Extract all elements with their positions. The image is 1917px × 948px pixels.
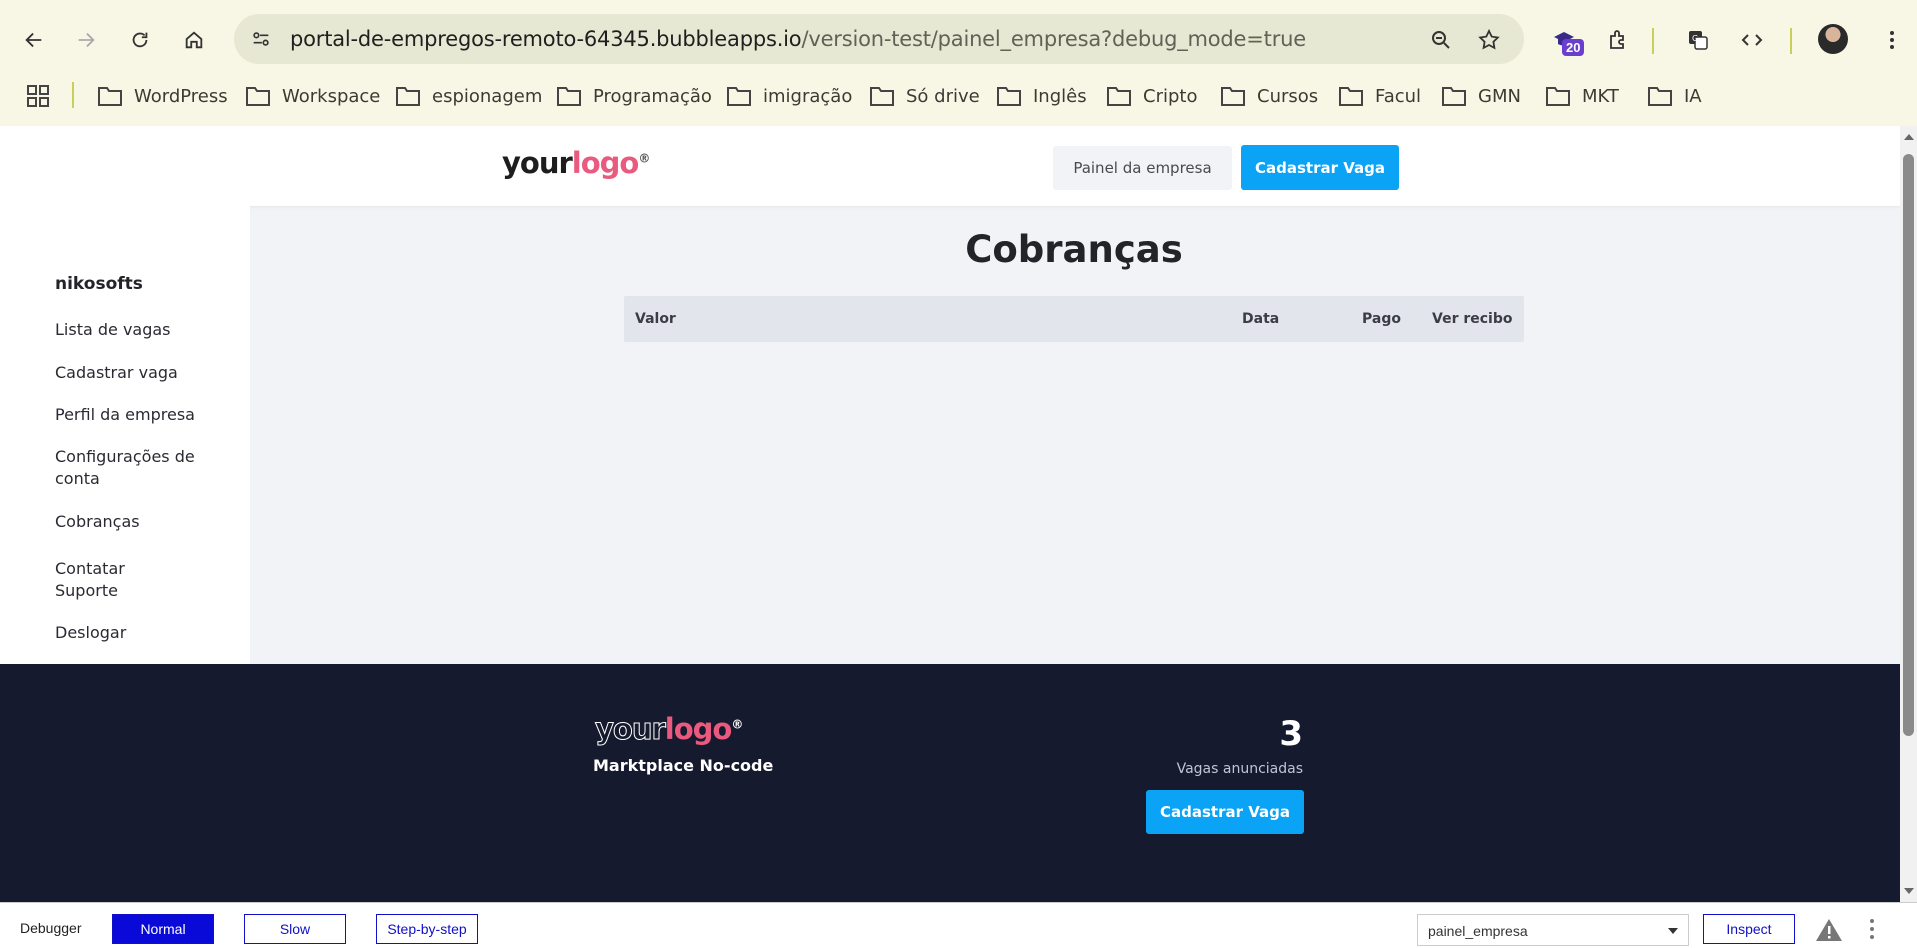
footer-register-job-button[interactable]: Cadastrar Vaga — [1146, 790, 1304, 834]
sidebar-item-contact-support[interactable]: Contatar Suporte — [55, 558, 135, 602]
site-header: yourlogo® Painel da empresa Cadastrar Va… — [0, 126, 1900, 206]
site-settings-icon[interactable] — [246, 24, 276, 54]
folder-icon — [997, 87, 1021, 106]
column-header-date: Data — [1242, 311, 1280, 327]
page-title: Cobranças — [965, 228, 1183, 271]
column-header-value: Valor — [635, 311, 676, 327]
extension-badge: 20 — [1562, 39, 1585, 56]
scroll-down-arrow-icon[interactable] — [1904, 888, 1914, 894]
warning-icon[interactable] — [1815, 917, 1843, 943]
svg-text:G: G — [1692, 34, 1698, 43]
code-icon[interactable] — [1734, 22, 1770, 58]
register-job-button[interactable]: Cadastrar Vaga — [1241, 145, 1399, 190]
bookmark-item[interactable]: Workspace — [246, 82, 380, 110]
debugger-bar: Debugger Normal Slow Step-by-step painel… — [0, 902, 1917, 948]
bookmark-item[interactable]: Só drive — [870, 82, 980, 110]
bookmark-star-icon[interactable] — [1476, 27, 1502, 53]
browser-chrome: portal-de-empregos-remoto-64345.bubbleap… — [0, 0, 1917, 126]
translate-icon[interactable]: G — [1680, 22, 1716, 58]
bookmark-item[interactable]: Cripto — [1107, 82, 1197, 110]
extension-graduation-icon[interactable]: 20 — [1546, 22, 1585, 58]
bookmark-item[interactable]: MKT — [1546, 82, 1619, 110]
address-bar[interactable]: portal-de-empregos-remoto-64345.bubbleap… — [234, 14, 1524, 64]
forward-button[interactable] — [68, 22, 104, 58]
more-vertical-icon[interactable] — [1868, 917, 1876, 941]
zoom-icon[interactable] — [1428, 27, 1454, 53]
bookmark-item[interactable]: Cursos — [1221, 82, 1318, 110]
sidebar-item-account-settings[interactable]: Configurações de conta — [55, 446, 200, 490]
folder-icon — [1442, 87, 1466, 106]
browser-menu-icon[interactable] — [1874, 22, 1910, 58]
back-button[interactable] — [16, 22, 52, 58]
column-header-receipt: Ver recibo — [1432, 311, 1513, 327]
footer-logo: yourlogo® — [595, 712, 744, 747]
billing-table-header: Valor Data Pago Ver recibo — [624, 296, 1524, 342]
folder-icon — [1221, 87, 1245, 106]
page-scrollbar[interactable] — [1900, 126, 1917, 902]
debug-mode-normal-button[interactable]: Normal — [112, 914, 214, 944]
home-button[interactable] — [176, 22, 212, 58]
page-viewport: yourlogo® Painel da empresa Cadastrar Va… — [0, 126, 1900, 902]
bookmark-item[interactable]: espionagem — [396, 82, 542, 110]
sidebar-item-logout[interactable]: Deslogar — [55, 622, 215, 644]
sidebar-item-job-list[interactable]: Lista de vagas — [55, 319, 215, 341]
folder-icon — [246, 87, 270, 106]
column-header-paid: Pago — [1362, 311, 1401, 327]
folder-icon — [1546, 87, 1570, 106]
footer-tagline: Marktplace No-code — [593, 756, 774, 775]
inspect-button[interactable]: Inspect — [1703, 914, 1795, 944]
browser-toolbar: portal-de-empregos-remoto-64345.bubbleap… — [0, 0, 1917, 78]
bookmark-item[interactable]: Facul — [1339, 82, 1421, 110]
arrow-left-icon — [25, 32, 42, 48]
site-footer: yourlogo® Marktplace No-code 3 Vagas anu… — [0, 664, 1900, 902]
reload-button[interactable] — [122, 22, 158, 58]
sidebar-item-company-profile[interactable]: Perfil da empresa — [55, 404, 215, 426]
sidebar-item-billing[interactable]: Cobranças — [55, 511, 215, 533]
folder-icon — [1339, 87, 1363, 106]
bookmarks-divider — [72, 82, 74, 108]
site-logo[interactable]: yourlogo® — [502, 146, 650, 180]
scrollbar-thumb[interactable] — [1903, 154, 1914, 736]
debug-mode-slow-button[interactable]: Slow — [244, 914, 346, 944]
bookmark-item[interactable]: GMN — [1442, 82, 1521, 110]
chevron-down-icon — [1668, 928, 1678, 934]
profile-avatar[interactable] — [1818, 24, 1848, 54]
folder-icon — [1107, 87, 1131, 106]
company-panel-button[interactable]: Painel da empresa — [1053, 146, 1232, 190]
page-select-dropdown[interactable]: painel_empresa — [1417, 914, 1689, 946]
url-text: portal-de-empregos-remoto-64345.bubbleap… — [290, 27, 1306, 51]
bookmark-item[interactable]: Inglês — [997, 82, 1087, 110]
home-icon — [185, 31, 203, 49]
bookmark-item[interactable]: WordPress — [98, 82, 228, 110]
bookmark-item[interactable]: imigração — [727, 82, 852, 110]
bookmark-item[interactable]: Programação — [557, 82, 712, 110]
folder-icon — [98, 87, 122, 106]
apps-grid-icon[interactable] — [26, 84, 50, 108]
folder-icon — [870, 87, 894, 106]
folder-icon — [557, 87, 581, 106]
reload-icon — [132, 32, 148, 48]
extensions-puzzle-icon[interactable] — [1600, 22, 1636, 58]
folder-icon — [727, 87, 751, 106]
company-name: nikosofts — [55, 274, 143, 294]
arrow-right-icon — [78, 32, 95, 48]
jobs-count: 3 — [1279, 714, 1303, 754]
jobs-count-label: Vagas anunciadas — [1176, 761, 1303, 777]
bookmark-item[interactable]: IA — [1648, 82, 1702, 110]
debug-mode-step-button[interactable]: Step-by-step — [376, 914, 478, 944]
toolbar-divider — [1652, 28, 1654, 54]
sidebar-item-register-job[interactable]: Cadastrar vaga — [55, 362, 215, 384]
sidebar: nikosofts Lista de vagas Cadastrar vaga … — [0, 206, 250, 664]
debugger-label: Debugger — [20, 920, 82, 936]
scroll-up-arrow-icon[interactable] — [1904, 134, 1914, 140]
toolbar-divider — [1790, 28, 1792, 54]
folder-icon — [1648, 87, 1672, 106]
folder-icon — [396, 87, 420, 106]
